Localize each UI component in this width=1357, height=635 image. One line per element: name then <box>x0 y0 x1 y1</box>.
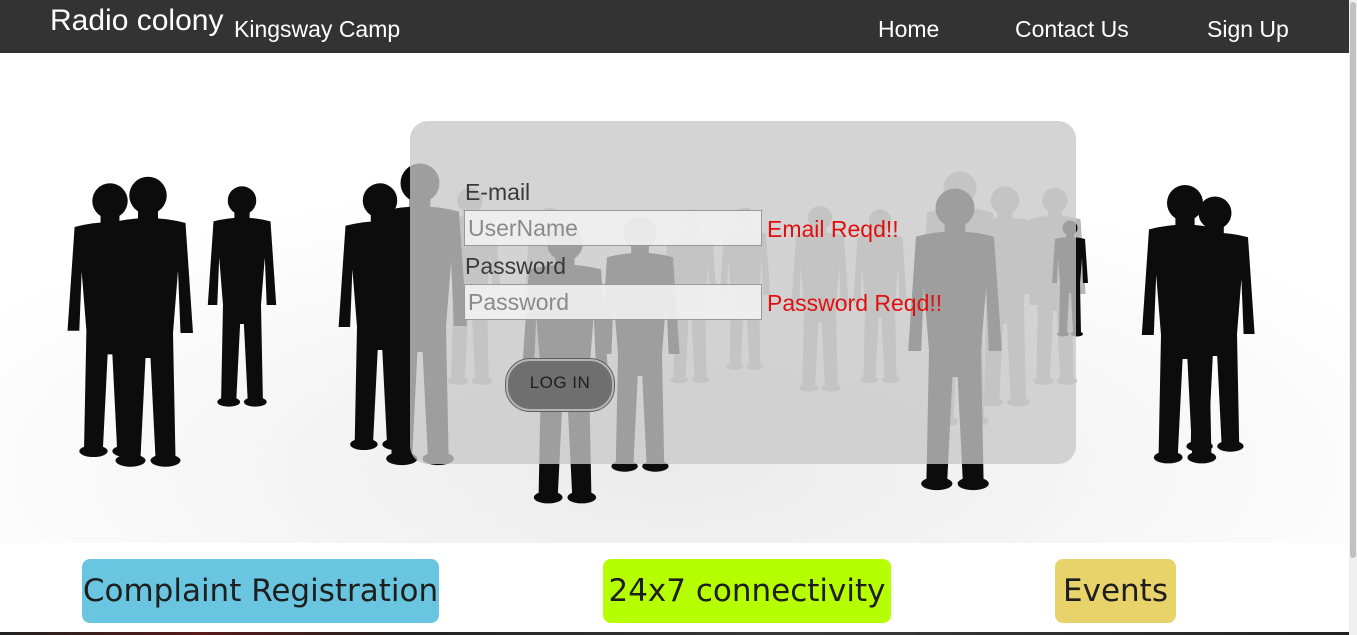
nav-signup-link[interactable]: Sign Up <box>1207 16 1289 43</box>
nav-contact-link[interactable]: Contact Us <box>1015 16 1129 43</box>
password-label: Password <box>465 253 566 279</box>
events-tile[interactable]: Events <box>1055 559 1176 623</box>
email-field[interactable] <box>464 210 762 246</box>
complaint-registration-tile[interactable]: Complaint Registration <box>82 559 439 623</box>
brand-subtitle: Kingsway Camp <box>234 16 401 42</box>
scrollbar-thumb[interactable] <box>1350 2 1356 558</box>
brand-title: Radio colony <box>50 4 224 37</box>
top-navbar: Radio colony Kingsway Camp Home Contact … <box>0 0 1349 53</box>
login-panel: E-mail Email Reqd!! Password Password Re… <box>410 121 1076 464</box>
login-button[interactable]: LOG IN <box>506 359 614 411</box>
nav-home-link[interactable]: Home <box>878 16 939 43</box>
connectivity-tile[interactable]: 24x7 connectivity <box>603 559 891 623</box>
password-field[interactable] <box>464 284 762 320</box>
email-label: E-mail <box>465 179 531 205</box>
email-error-message: Email Reqd!! <box>767 216 899 242</box>
vertical-scrollbar[interactable] <box>1349 0 1357 635</box>
password-error-message: Password Reqd!! <box>767 290 943 316</box>
